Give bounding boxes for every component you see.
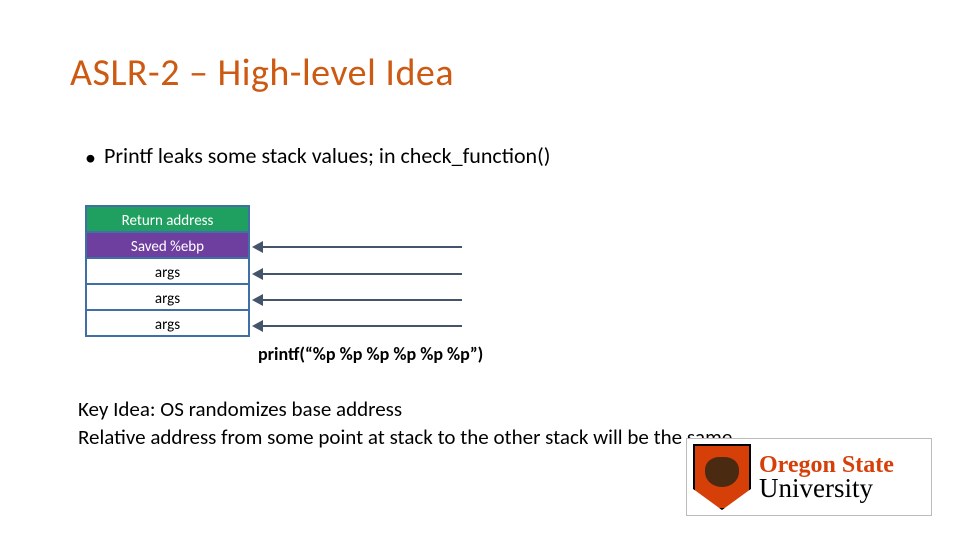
osu-logo-text: Oregon State University [759, 453, 894, 502]
key-idea-block: Key Idea: OS randomizes base address Rel… [78, 395, 732, 451]
beaver-icon [705, 457, 739, 487]
stack-row-args-0: args [85, 257, 250, 285]
osu-logo-line2: University [759, 475, 894, 502]
printf-call-text: printf(“%p %p %p %p %p %p”) [258, 343, 483, 365]
slide: ASLR-2 – High-level Idea • Printf leaks … [0, 0, 960, 540]
key-idea-line-1: Key Idea: OS randomizes base address [78, 395, 732, 423]
arrow-to-args-2 [262, 325, 462, 327]
bullet-text: Printf leaks some stack values; in check… [104, 142, 550, 169]
osu-logo-inner: Oregon State University [687, 439, 931, 515]
bullet-line: • Printf leaks some stack values; in che… [85, 142, 550, 171]
arrow-to-saved-ebp [262, 246, 462, 248]
arrow-to-args-0 [262, 273, 462, 275]
stack-diagram: Return address Saved %ebp args args args [85, 205, 250, 337]
stack-row-return-address: Return address [85, 205, 250, 233]
key-idea-line-2: Relative address from some point at stac… [78, 423, 732, 451]
stack-row-args-2: args [85, 309, 250, 337]
osu-shield-icon [693, 444, 751, 510]
stack-row-args-1: args [85, 283, 250, 311]
arrow-to-args-1 [262, 299, 462, 301]
osu-logo: Oregon State University [686, 438, 932, 516]
bullet-dot: • [85, 144, 99, 171]
stack-row-saved-ebp: Saved %ebp [85, 231, 250, 259]
slide-title: ASLR-2 – High-level Idea [70, 50, 454, 96]
